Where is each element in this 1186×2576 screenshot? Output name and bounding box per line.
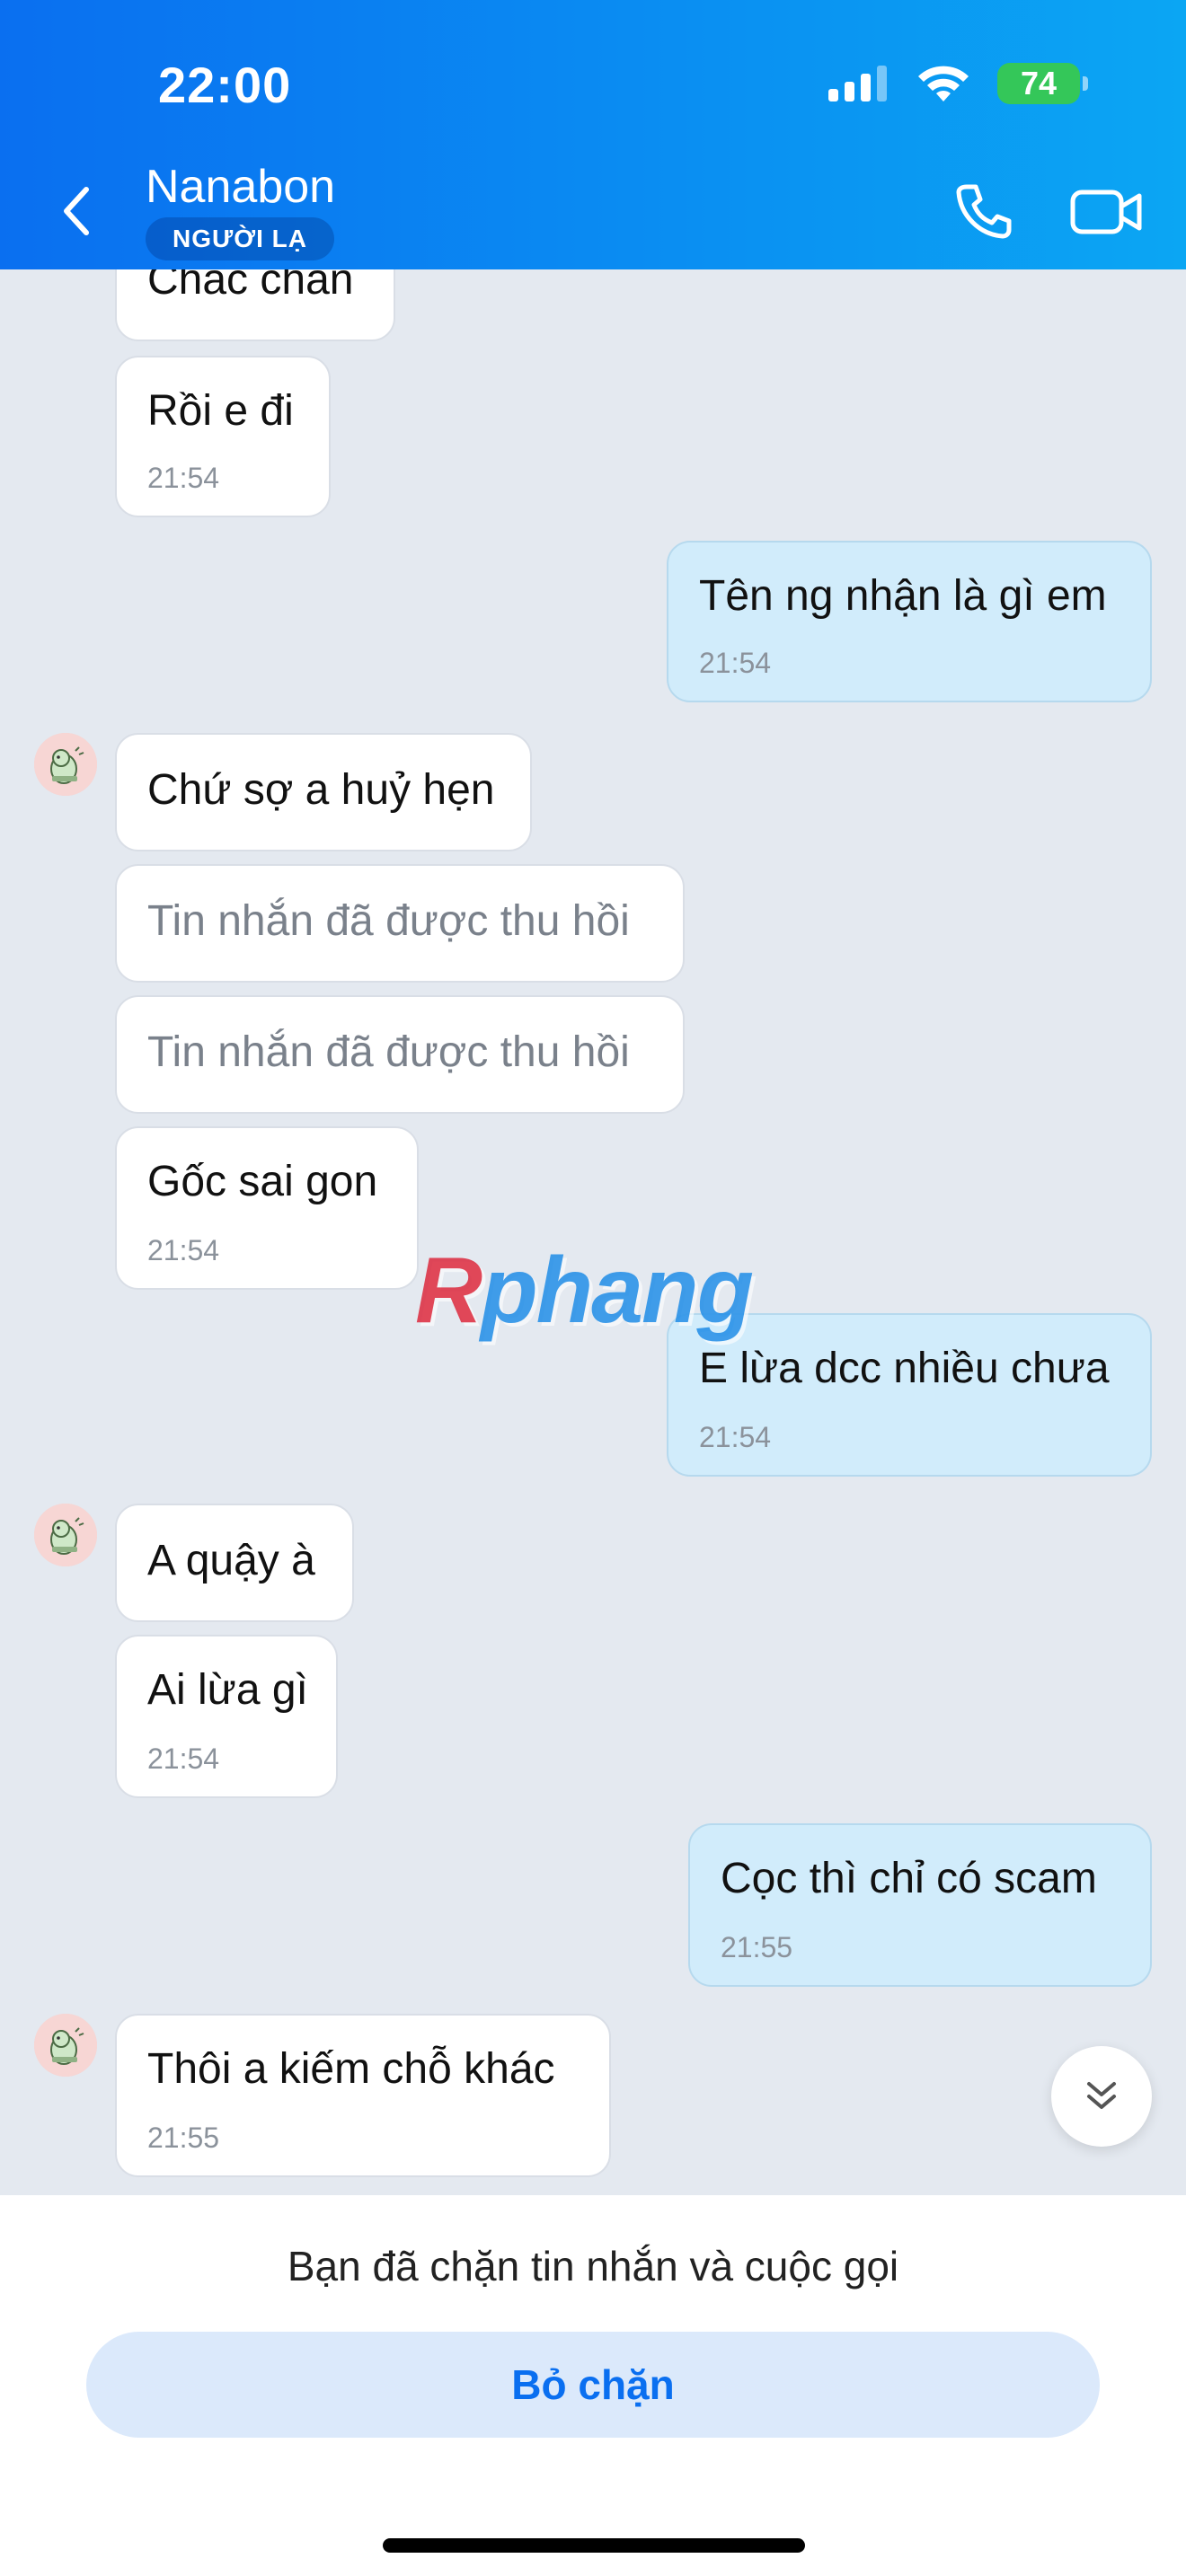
status-time: 22:00 <box>158 57 292 113</box>
recalled-message-text: Tin nhắn đã được thu hồi <box>147 897 630 945</box>
phone-icon <box>956 184 1012 239</box>
dinosaur-avatar-icon <box>34 733 97 796</box>
message-bubble-outgoing[interactable]: Cọc thì chỉ có scam 21:55 <box>688 1823 1152 1987</box>
contact-avatar[interactable] <box>34 733 97 796</box>
dinosaur-avatar-icon <box>34 2014 97 2077</box>
message-time: 21:54 <box>147 462 220 494</box>
double-chevron-down-icon <box>1087 2082 1116 2109</box>
message-time: 21:54 <box>147 1234 220 1266</box>
message-bubble-incoming[interactable]: Chắc chắn <box>115 269 395 341</box>
status-icons: 74 <box>828 63 1088 104</box>
message-text: E lừa dcc nhiều chưa <box>699 1345 1110 1392</box>
video-call-button[interactable] <box>1069 180 1145 243</box>
back-icon <box>64 187 89 235</box>
recalled-message-bubble[interactable]: Tin nhắn đã được thu hồi <box>115 864 685 983</box>
recalled-message-text: Tin nhắn đã được thu hồi <box>147 1028 630 1076</box>
message-text: Chứ sợ a huỷ hẹn <box>147 766 495 814</box>
scroll-to-bottom-button[interactable] <box>1051 2046 1152 2147</box>
message-text: Tên ng nhận là gì em <box>699 572 1107 620</box>
stranger-badge: NGƯỜI LẠ <box>146 217 334 260</box>
blocked-notice: Bạn đã chặn tin nhắn và cuộc gọi <box>287 2243 899 2289</box>
chat-header: 22:00 74 Nanabon NGƯỜI LẠ <box>0 0 1186 269</box>
signal-icon <box>828 66 887 101</box>
home-indicator[interactable] <box>383 2538 805 2553</box>
contact-name[interactable]: Nanabon <box>146 160 335 214</box>
message-text: Ai lừa gì <box>147 1666 308 1714</box>
message-text: Chắc chắn <box>147 269 354 304</box>
video-icon <box>1070 190 1142 234</box>
unblock-button[interactable]: Bỏ chặn <box>86 2332 1100 2438</box>
back-button[interactable] <box>54 180 99 243</box>
message-bubble-incoming[interactable]: Ai lừa gì 21:54 <box>115 1635 338 1798</box>
battery-level: 74 <box>1020 65 1058 101</box>
message-text: A quậy à <box>147 1537 315 1584</box>
contact-avatar[interactable] <box>34 2014 97 2077</box>
message-time: 21:54 <box>147 1742 220 1775</box>
message-text: Gốc sai gon <box>147 1158 378 1205</box>
call-button[interactable] <box>952 180 1015 243</box>
contact-avatar[interactable] <box>34 1504 97 1566</box>
dinosaur-avatar-icon <box>34 1504 97 1566</box>
message-text: Rồi e đi <box>147 387 294 435</box>
message-bubble-incoming[interactable]: Chứ sợ a huỷ hẹn <box>115 733 532 851</box>
message-text: Thôi a kiếm chỗ khác <box>147 2045 555 2093</box>
message-bubble-incoming[interactable]: Thôi a kiếm chỗ khác 21:55 <box>115 2014 611 2177</box>
message-time: 21:54 <box>699 1421 772 1453</box>
wifi-icon <box>918 66 969 101</box>
watermark-logo: Rphang <box>415 1239 754 1343</box>
battery-icon: 74 <box>997 63 1088 104</box>
message-bubble-incoming[interactable]: Rồi e đi 21:54 <box>115 356 331 517</box>
recalled-message-bubble[interactable]: Tin nhắn đã được thu hồi <box>115 995 685 1114</box>
message-bubble-incoming[interactable]: Gốc sai gon 21:54 <box>115 1126 419 1290</box>
message-time: 21:55 <box>147 2122 220 2154</box>
message-bubble-incoming[interactable]: A quậy à <box>115 1504 354 1622</box>
message-bubble-outgoing[interactable]: Tên ng nhận là gì em 21:54 <box>667 541 1152 702</box>
message-time: 21:54 <box>699 647 772 679</box>
message-list[interactable]: Chắc chắn Rồi e đi 21:54 Tên ng nhận là … <box>0 269 1186 2195</box>
message-text: Cọc thì chỉ có scam <box>721 1855 1097 1902</box>
message-time: 21:55 <box>721 1931 793 1963</box>
blocked-footer: Bạn đã chặn tin nhắn và cuộc gọi Bỏ chặn <box>0 2195 1186 2576</box>
